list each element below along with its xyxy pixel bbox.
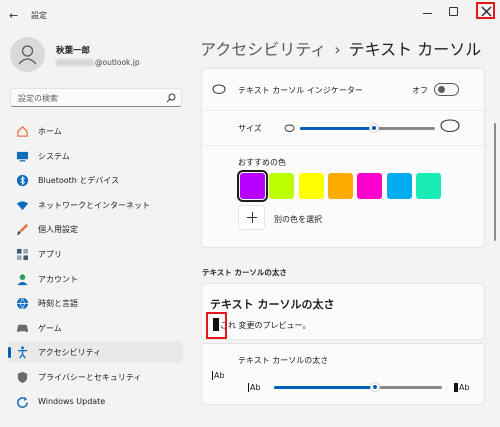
minimize-button[interactable] xyxy=(421,6,435,20)
back-arrow-icon[interactable]: ← xyxy=(9,9,18,22)
small-indicator-icon xyxy=(284,124,295,132)
thickness-slider-card xyxy=(201,343,485,405)
sidebar-item-label: アカウント xyxy=(38,274,78,284)
indicator-toggle[interactable] xyxy=(434,83,459,96)
text-cursor-indicator-icon xyxy=(212,84,226,95)
sidebar-item-label: Bluetooth とデバイス xyxy=(38,176,120,186)
color-swatch[interactable] xyxy=(357,173,383,199)
choose-other-color-label[interactable]: 別の色を選択 xyxy=(274,214,322,225)
user-name: 秋葉一郎 xyxy=(56,46,91,56)
sidebar-item-label: 個人用設定 xyxy=(38,225,78,235)
sidebar-item[interactable]: アクセシビリティ xyxy=(8,341,183,364)
breadcrumb-parent[interactable]: アクセシビリティ xyxy=(200,40,326,59)
thickness-top-glyph: Ab xyxy=(212,371,225,380)
avatar[interactable] xyxy=(10,37,45,72)
sidebar-item-label: Windows Update xyxy=(38,396,106,406)
sidebar-item-label: システム xyxy=(38,151,70,161)
sidebar-item[interactable]: 時刻と言語 xyxy=(8,292,183,314)
person-icon xyxy=(18,45,37,65)
gamepad-icon xyxy=(16,324,29,333)
user-email: @outlook.jp xyxy=(56,58,140,67)
sidebar-item-label: プライバシーとセキュリティ xyxy=(38,373,142,382)
divider xyxy=(202,110,484,111)
shield-icon xyxy=(17,371,28,384)
wifi-icon xyxy=(16,201,29,210)
apps-icon xyxy=(16,248,29,261)
thickness-slider-label: テキスト カーソルの太さ xyxy=(238,356,329,365)
sidebar-item-label: ネットワークとインターネット xyxy=(38,200,150,210)
brush-icon xyxy=(16,224,29,236)
color-swatch[interactable] xyxy=(237,170,268,202)
active-indicator xyxy=(8,347,11,359)
color-swatch[interactable] xyxy=(386,173,412,199)
monitor-icon xyxy=(16,151,29,162)
sidebar-item-label: アクセシビリティ xyxy=(38,348,102,358)
color-swatch[interactable] xyxy=(269,173,295,199)
indicator-toggle-state: オフ xyxy=(412,86,428,95)
sidebar-item-label: アプリ xyxy=(38,250,62,259)
preview-title: テキスト カーソルの太さ xyxy=(210,298,335,311)
thickness-slider-fill xyxy=(274,386,375,389)
close-button[interactable] xyxy=(476,2,495,19)
sidebar-item[interactable]: ネットワークとインターネット xyxy=(8,194,183,216)
thickness-max-glyph: Ab xyxy=(454,383,470,392)
sidebar-item[interactable]: ホーム xyxy=(8,120,183,142)
highlight-box xyxy=(206,312,227,339)
sidebar-item[interactable]: Windows Update xyxy=(8,391,183,413)
large-indicator-icon xyxy=(440,119,460,133)
sidebar-item-label: 時刻と言語 xyxy=(38,299,78,309)
search-input[interactable]: 設定の検索 xyxy=(10,88,182,107)
thickness-slider-thumb[interactable] xyxy=(369,382,380,392)
sidebar-item[interactable]: システム xyxy=(8,145,183,167)
sidebar-item[interactable]: 個人用設定 xyxy=(8,218,183,240)
search-icon xyxy=(166,93,176,103)
sidebar-item[interactable]: アプリ xyxy=(8,243,183,265)
accessibility-icon xyxy=(17,346,28,359)
divider xyxy=(202,145,484,146)
page-title: テキスト カーソル xyxy=(348,40,482,59)
thickness-section-header: テキスト カーソルの太さ xyxy=(202,268,287,277)
sidebar-item-label: ゲーム xyxy=(38,323,62,333)
sidebar-item[interactable]: プライバシーとセキュリティ xyxy=(8,366,183,388)
scrollbar[interactable] xyxy=(494,123,496,241)
breadcrumb-separator: › xyxy=(334,40,341,59)
title-bar: ← 設定 xyxy=(0,0,500,30)
bluetooth-icon xyxy=(16,175,29,187)
color-swatch[interactable] xyxy=(298,173,324,199)
thickness-min-glyph: Ab xyxy=(248,383,261,392)
maximize-button[interactable] xyxy=(449,7,458,16)
home-icon xyxy=(17,125,28,137)
size-label: サイズ xyxy=(238,124,262,133)
sidebar-item[interactable]: ゲーム xyxy=(8,317,183,339)
sidebar-item[interactable]: Bluetooth とデバイス xyxy=(8,169,183,191)
preview-text: これ 変更のプレビュー。 xyxy=(220,321,311,330)
globe-clock-icon xyxy=(16,297,29,310)
search-placeholder: 設定の検索 xyxy=(18,94,58,103)
sidebar-item-label: ホーム xyxy=(38,127,62,136)
app-title: 設定 xyxy=(31,11,47,20)
email-redaction xyxy=(56,59,94,66)
update-icon xyxy=(17,396,28,408)
add-color-button[interactable] xyxy=(238,205,265,230)
close-icon xyxy=(481,6,492,17)
breadcrumb: アクセシビリティ › テキスト カーソル xyxy=(200,36,481,60)
size-slider-fill xyxy=(300,127,375,130)
indicator-label: テキスト カーソル インジケーター xyxy=(238,86,363,95)
account-icon xyxy=(17,273,28,285)
color-swatch[interactable] xyxy=(415,173,441,199)
color-swatch[interactable] xyxy=(327,173,353,199)
sidebar-item[interactable]: アカウント xyxy=(8,268,183,290)
recommended-colors-label: おすすめの色 xyxy=(238,158,286,167)
